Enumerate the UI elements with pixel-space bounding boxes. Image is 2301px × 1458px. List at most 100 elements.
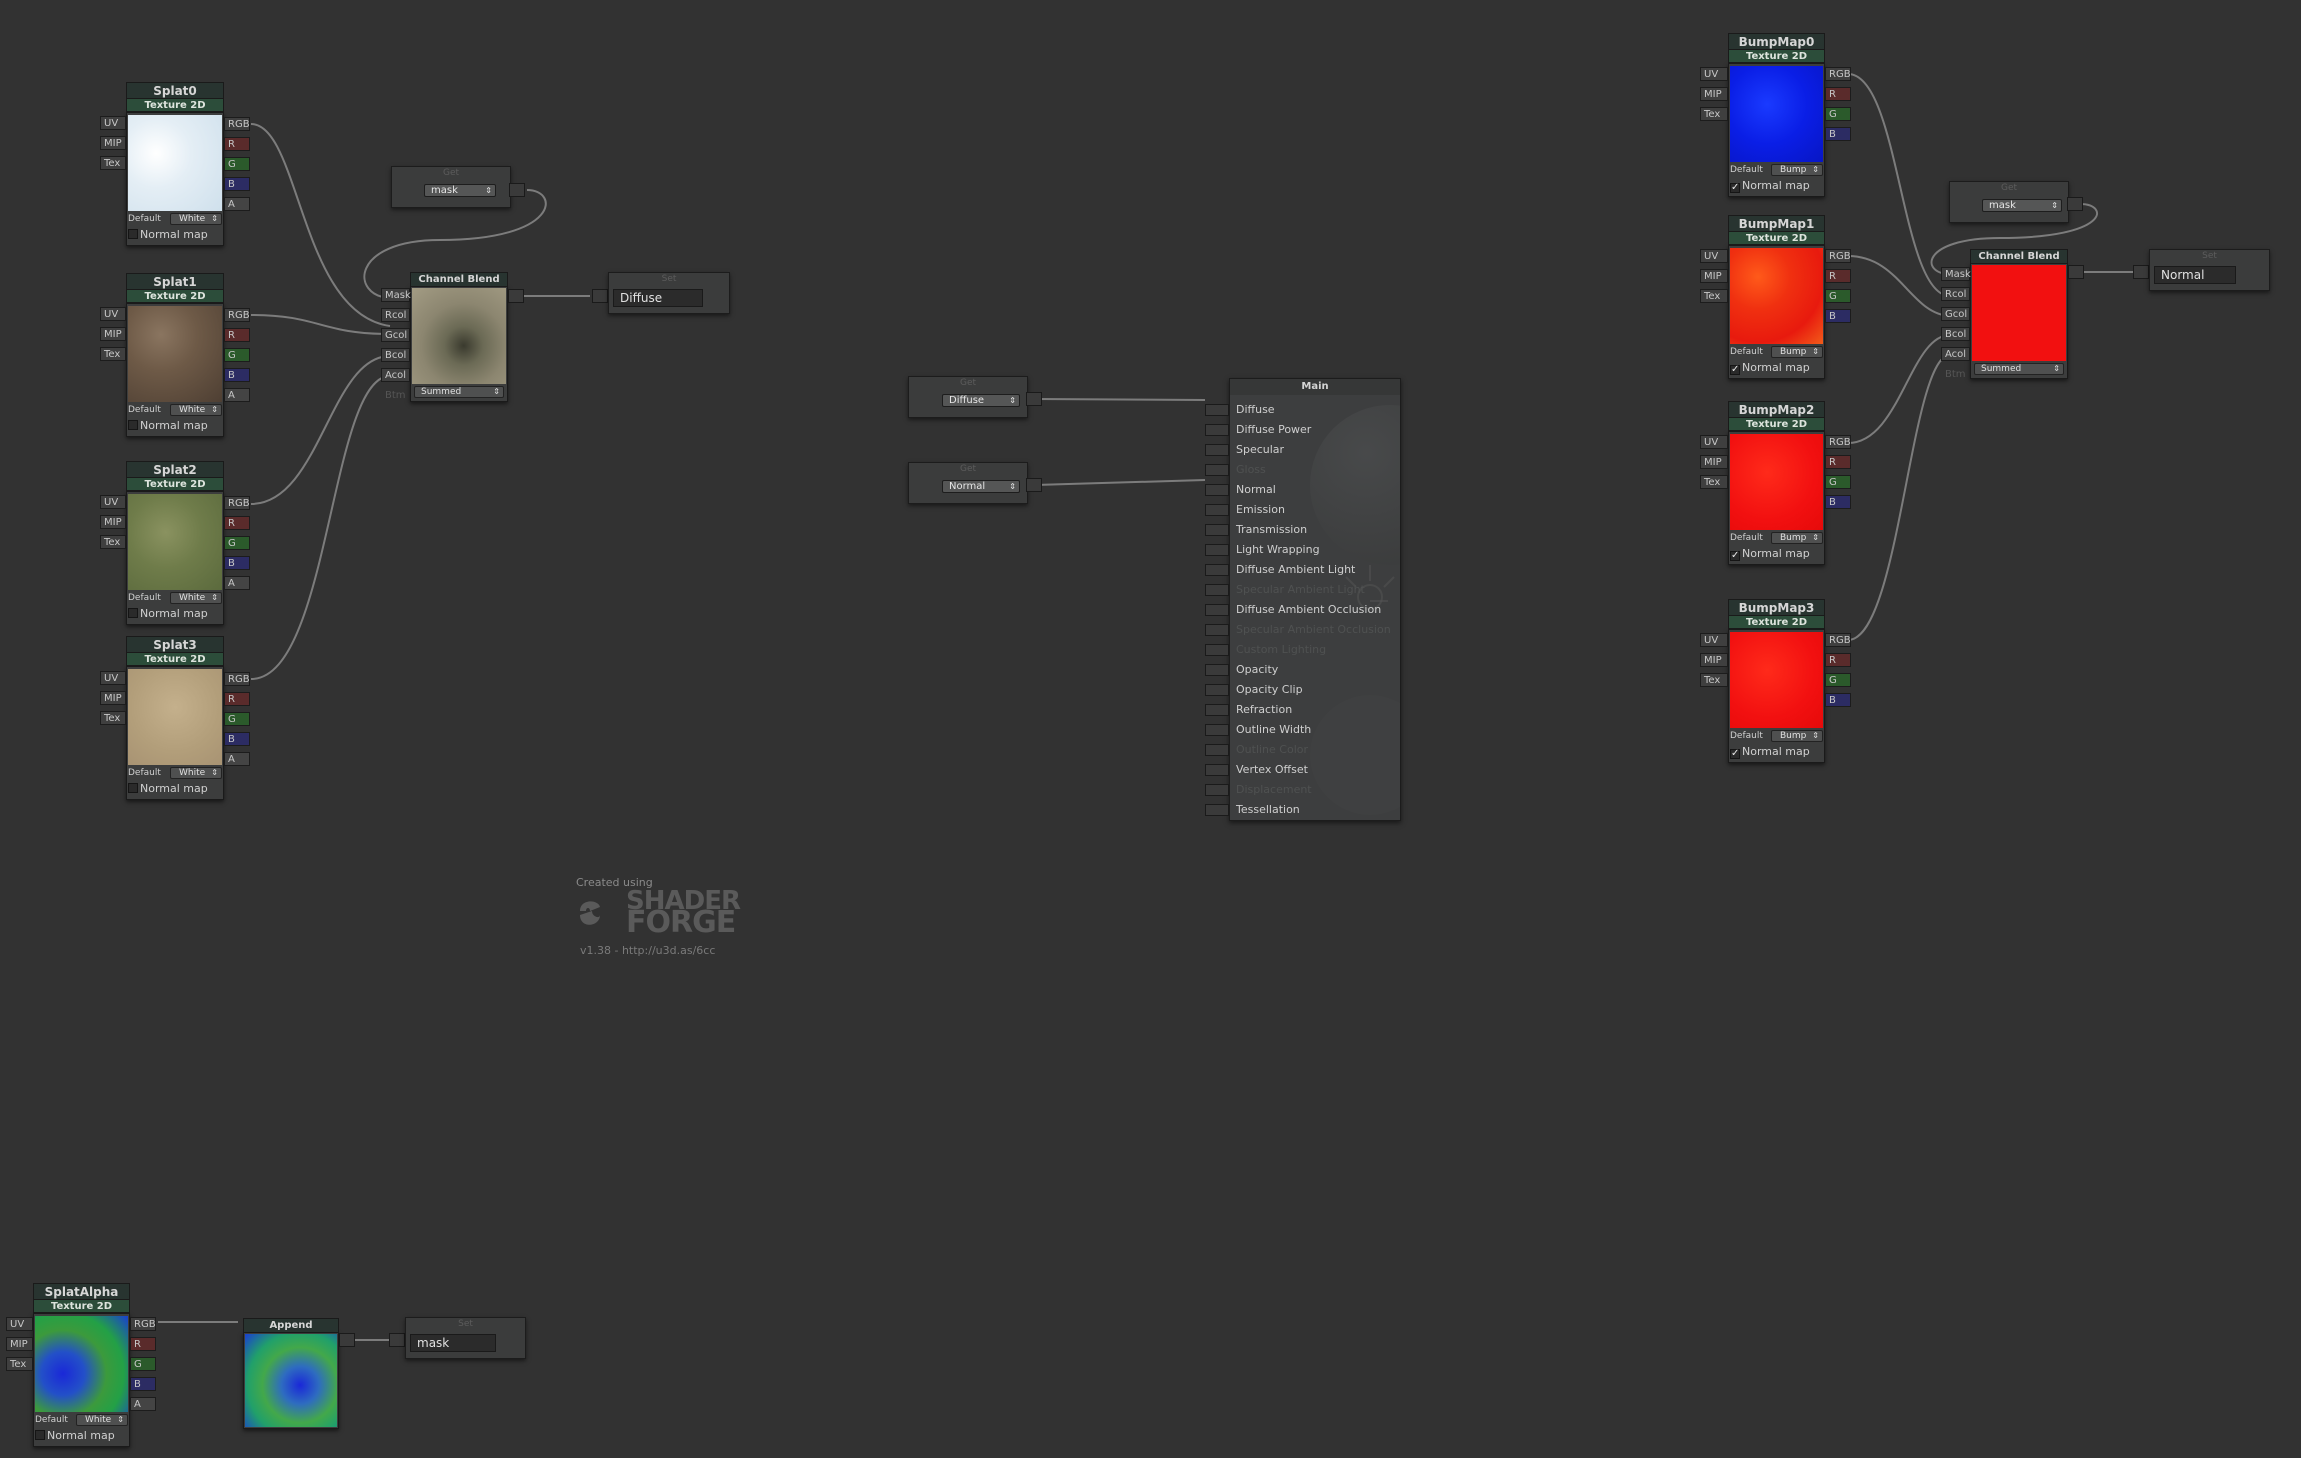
rgb-output[interactable]: RGB (130, 1317, 156, 1331)
normal-map-toggle[interactable]: ✓ Normal map (1730, 179, 1810, 193)
splat0-node[interactable]: Splat0 Texture 2D Default White Normal ma… (126, 82, 224, 246)
channel-blend-node[interactable]: Channel Blend Summed (410, 272, 508, 402)
bumpmap2-node[interactable]: BumpMap2 Texture 2D Default Bump ✓Normal … (1728, 401, 1825, 565)
normal-map-toggle[interactable]: Normal map (128, 607, 208, 621)
mask-input[interactable]: Mask (381, 288, 411, 302)
normal-map-toggle[interactable]: ✓ Normal map (1730, 745, 1810, 759)
splat2-node[interactable]: Splat2 Texture 2D Default White Normal ma… (126, 461, 224, 625)
main-output-node[interactable]: Main Diffuse Diffuse Power Specular Gloss No… (1205, 378, 1401, 821)
r-output[interactable]: R (130, 1337, 156, 1351)
a-output[interactable]: A (224, 388, 250, 402)
get-output-socket[interactable] (1026, 478, 1042, 492)
main-input-socket[interactable] (1205, 644, 1229, 656)
checkbox-icon[interactable] (128, 229, 138, 239)
uv-input[interactable]: UV (100, 307, 126, 321)
main-input-socket[interactable] (1205, 484, 1229, 496)
set-input-socket[interactable] (389, 1333, 405, 1347)
main-input-socket[interactable] (1205, 624, 1229, 636)
uv-input[interactable]: UV (1700, 435, 1728, 449)
main-input-socket[interactable] (1205, 604, 1229, 616)
checkbox-icon[interactable] (128, 783, 138, 793)
tex-input[interactable]: Tex (100, 156, 126, 170)
g-output[interactable]: G (1825, 107, 1851, 121)
bumpmap3-node[interactable]: BumpMap3 Texture 2D Default Bump ✓Normal … (1728, 599, 1825, 763)
default-dropdown[interactable]: Bump (1771, 164, 1823, 176)
get-output-socket[interactable] (509, 183, 525, 197)
g-output[interactable]: G (130, 1357, 156, 1371)
main-input-socket[interactable] (1205, 664, 1229, 676)
r-output[interactable]: R (224, 516, 250, 530)
default-dropdown[interactable]: White (170, 592, 222, 604)
checkbox-icon[interactable] (128, 608, 138, 618)
get-dropdown[interactable]: Diffuse (942, 394, 1020, 407)
acol-input[interactable]: Acol (1941, 347, 1970, 361)
main-input-socket[interactable] (1205, 524, 1229, 536)
b-output[interactable]: B (1825, 127, 1851, 141)
r-output[interactable]: R (1825, 455, 1851, 469)
set-normal-node[interactable]: Set Normal (2149, 249, 2270, 291)
mip-input[interactable]: MIP (1700, 87, 1728, 101)
get-mask-node[interactable]: Get mask (391, 166, 511, 208)
default-dropdown[interactable]: Bump (1771, 532, 1823, 544)
mip-input[interactable]: MIP (1700, 269, 1728, 283)
btm-input[interactable]: Btm (1941, 367, 1970, 381)
main-input-socket[interactable] (1205, 564, 1229, 576)
r-output[interactable]: R (224, 692, 250, 706)
main-input-socket[interactable] (1205, 464, 1229, 476)
checkbox-icon[interactable]: ✓ (1730, 365, 1740, 375)
main-input-socket[interactable] (1205, 764, 1229, 776)
set-mask-node[interactable]: Set mask (405, 1317, 526, 1359)
tex-input[interactable]: Tex (100, 535, 126, 549)
acol-input[interactable]: Acol (381, 368, 410, 382)
default-dropdown[interactable]: White (170, 767, 222, 779)
b-output[interactable]: B (224, 368, 250, 382)
rgb-output[interactable]: RGB (1825, 633, 1851, 647)
get-dropdown[interactable]: mask (424, 184, 496, 197)
rgb-output[interactable]: RGB (224, 308, 250, 322)
normal-map-toggle[interactable]: Normal map (128, 419, 208, 433)
main-input-socket[interactable] (1205, 704, 1229, 716)
checkbox-icon[interactable]: ✓ (1730, 749, 1740, 759)
get-dropdown[interactable]: mask (1982, 199, 2062, 212)
a-output[interactable]: A (224, 576, 250, 590)
default-dropdown[interactable]: White (170, 404, 222, 416)
main-input-socket[interactable] (1205, 684, 1229, 696)
mip-input[interactable]: MIP (6, 1337, 33, 1351)
checkbox-icon[interactable]: ✓ (1730, 183, 1740, 193)
b-output[interactable]: B (1825, 495, 1851, 509)
a-output[interactable]: A (130, 1397, 156, 1411)
gcol-input[interactable]: Gcol (1941, 307, 1970, 321)
btm-input[interactable]: Btm (381, 388, 410, 402)
a-output[interactable]: A (224, 752, 250, 766)
b-output[interactable]: B (1825, 693, 1851, 707)
splatalpha-node[interactable]: SplatAlpha Texture 2D Default White Norma… (33, 1283, 130, 1447)
main-input-socket[interactable] (1205, 784, 1229, 796)
mip-input[interactable]: MIP (100, 136, 126, 150)
main-input-socket[interactable] (1205, 404, 1229, 416)
normal-map-toggle[interactable]: Normal map (128, 782, 208, 796)
rgb-output[interactable]: RGB (1825, 249, 1851, 263)
main-input-socket[interactable] (1205, 804, 1229, 816)
r-output[interactable]: R (224, 328, 250, 342)
uv-input[interactable]: UV (1700, 249, 1728, 263)
r-output[interactable]: R (224, 137, 250, 151)
bcol-input[interactable]: Bcol (1941, 327, 1970, 341)
mip-input[interactable]: MIP (1700, 653, 1728, 667)
r-output[interactable]: R (1825, 87, 1851, 101)
set-name-field[interactable]: Diffuse (613, 289, 703, 307)
normal-map-toggle[interactable]: Normal map (128, 228, 208, 242)
rcol-input[interactable]: Rcol (381, 308, 410, 322)
g-output[interactable]: G (1825, 289, 1851, 303)
splat1-node[interactable]: Splat1 Texture 2D Default White Normal ma… (126, 273, 224, 437)
b-output[interactable]: B (224, 556, 250, 570)
set-diffuse-node[interactable]: Set Diffuse (608, 272, 730, 314)
uv-input[interactable]: UV (6, 1317, 33, 1331)
default-dropdown[interactable]: Bump (1771, 730, 1823, 742)
tex-input[interactable]: Tex (100, 347, 126, 361)
node-canvas[interactable]: Splat0 Texture 2D Default White Normal ma… (0, 0, 2301, 1458)
normal-map-toggle[interactable]: Normal map (35, 1429, 115, 1443)
set-input-socket[interactable] (592, 289, 608, 303)
get-output-socket[interactable] (1026, 392, 1042, 406)
g-output[interactable]: G (1825, 673, 1851, 687)
a-output[interactable]: A (224, 197, 250, 211)
